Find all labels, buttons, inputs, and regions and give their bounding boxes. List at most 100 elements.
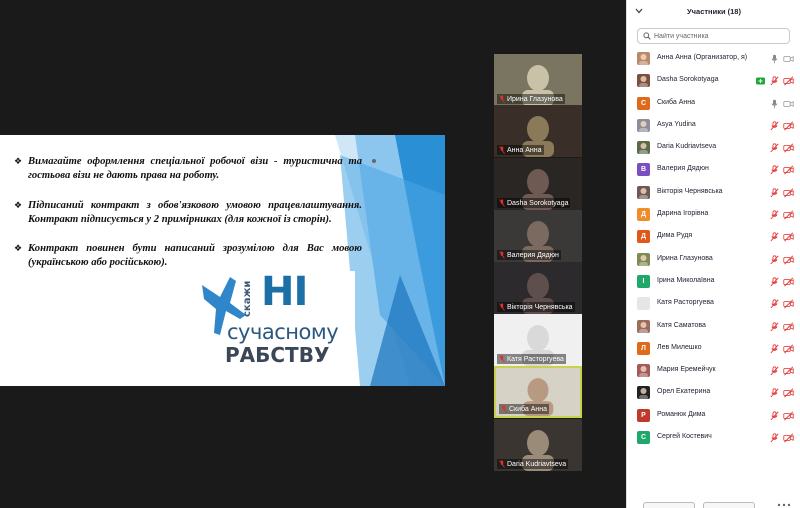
participant-row[interactable]: Dasha Sorokotyaga: [627, 70, 800, 92]
participant-row[interactable]: С Скиба Анна: [627, 93, 800, 115]
video-tile-name: Катя Расторгуева: [507, 355, 564, 363]
mic-muted-icon[interactable]: [769, 299, 780, 309]
participant-row[interactable]: Asya Yudina: [627, 115, 800, 137]
video-tile-name: Daria Kudriavtseva: [507, 460, 567, 468]
mic-muted-icon[interactable]: [769, 232, 780, 242]
logo-no-text: НІ: [261, 269, 308, 315]
video-off-icon[interactable]: [783, 210, 794, 220]
participant-name: Анна Анна (Организатор, я): [657, 54, 748, 61]
video-off-icon[interactable]: [783, 76, 794, 86]
bullet-text: Вимагайте оформлення спеціальної робочої…: [28, 156, 362, 181]
video-off-icon[interactable]: [783, 232, 794, 242]
video-off-icon[interactable]: [783, 277, 794, 287]
mic-muted-icon[interactable]: [769, 344, 780, 354]
video-tile[interactable]: Валерия Дядюн: [494, 210, 582, 262]
mic-muted-icon[interactable]: [769, 433, 780, 443]
video-icon[interactable]: [783, 54, 794, 64]
avatar: Д: [637, 208, 650, 222]
video-tile[interactable]: Скиба Анна: [494, 366, 582, 418]
mic-muted-icon[interactable]: [769, 277, 780, 287]
invite-button[interactable]: [643, 502, 695, 508]
participant-row[interactable]: Л Лев Милешко: [627, 338, 800, 360]
avatar: І: [637, 274, 650, 288]
video-off-icon[interactable]: [783, 143, 794, 153]
video-tile-name: Dasha Sorokotyaga: [507, 199, 569, 207]
panel-title: Участники (18): [687, 7, 741, 16]
mic-muted-icon[interactable]: [769, 411, 780, 421]
participant-name: Asya Yudina: [657, 120, 696, 128]
chat-icon[interactable]: [755, 76, 766, 86]
video-off-icon[interactable]: [783, 344, 794, 354]
video-off-icon[interactable]: [783, 366, 794, 376]
video-tile-label: Валерия Дядюн: [497, 250, 561, 260]
zoom-meeting-window: ❖ Вимагайте оформлення спеціальної робоч…: [0, 0, 800, 508]
mic-muted-icon: [499, 146, 505, 154]
participant-row[interactable]: В Валерия Дядюн: [627, 159, 800, 181]
video-off-icon[interactable]: [783, 433, 794, 443]
logo-line3-text: РАБСТВУ: [225, 343, 330, 367]
video-off-icon[interactable]: [783, 388, 794, 398]
mute-all-button[interactable]: [703, 502, 755, 508]
video-tile-label: Катя Расторгуева: [497, 354, 566, 364]
avatar: [637, 141, 650, 155]
mic-muted-icon[interactable]: [769, 255, 780, 265]
video-off-icon[interactable]: [783, 299, 794, 309]
participant-row[interactable]: Катя Расторгуева: [627, 293, 800, 315]
mic-muted-icon[interactable]: [769, 388, 780, 398]
participants-panel: Участники (18) Анна Анна (Организатор, я…: [626, 0, 800, 508]
mic-muted-icon[interactable]: [769, 188, 780, 198]
participant-row[interactable]: Вікторія Чернявська: [627, 182, 800, 204]
video-tile[interactable]: Анна Анна: [494, 105, 582, 157]
mouse-pointer: [372, 159, 376, 163]
logo-line2-text: сучасному: [227, 320, 339, 344]
video-tile[interactable]: Dasha Sorokotyaga: [494, 158, 582, 210]
avatar: В: [637, 163, 650, 177]
video-tile[interactable]: Катя Расторгуева: [494, 314, 582, 366]
avatar: [637, 386, 650, 400]
video-tile-name: Вікторія Чернявська: [507, 303, 573, 311]
video-off-icon[interactable]: [783, 165, 794, 176]
video-tile[interactable]: Вікторія Чернявська: [494, 262, 582, 314]
video-off-icon[interactable]: [783, 411, 794, 421]
video-tile-label: Daria Kudriavtseva: [497, 459, 569, 469]
video-off-icon[interactable]: [783, 255, 794, 265]
video-tile[interactable]: Daria Kudriavtseva: [494, 419, 582, 471]
avatar: [637, 297, 650, 311]
participant-search[interactable]: [637, 28, 790, 44]
video-off-icon[interactable]: [783, 121, 794, 131]
participant-name: Катя Саматова: [657, 321, 706, 329]
presentation-slide: ❖ Вимагайте оформлення спеціальної робоч…: [0, 135, 445, 386]
mic-muted-icon[interactable]: [769, 210, 780, 220]
mic-muted-icon[interactable]: [769, 165, 780, 175]
search-input[interactable]: [654, 30, 784, 42]
participant-row[interactable]: Д Дима Рудя: [627, 226, 800, 248]
participant-row[interactable]: Daria Kudriavtseva: [627, 137, 800, 159]
mic-muted-icon[interactable]: [769, 76, 780, 86]
participant-name: Ірина Миколаївна: [657, 276, 715, 284]
participant-row[interactable]: С Сергей Костевич: [627, 427, 800, 449]
mic-icon[interactable]: [769, 54, 780, 64]
participant-row[interactable]: Мария Еремейчук: [627, 360, 800, 382]
participant-row[interactable]: Д Дарина Ігорівна: [627, 204, 800, 226]
mic-muted-icon[interactable]: [769, 143, 780, 153]
participant-row[interactable]: І Ірина Миколаївна: [627, 271, 800, 293]
mic-muted-icon[interactable]: [769, 121, 780, 131]
mic-icon[interactable]: [769, 99, 780, 109]
participant-name: Валерия Дядюн: [657, 165, 709, 173]
participant-row[interactable]: Катя Саматова: [627, 316, 800, 338]
more-options-icon[interactable]: [777, 502, 791, 508]
slide-bullet-3: ❖ Контракт повинен бути написаний зрозум…: [14, 242, 362, 270]
mic-muted-icon[interactable]: [769, 321, 780, 332]
video-off-icon[interactable]: [783, 322, 794, 332]
mic-muted-icon: [499, 303, 505, 311]
participant-row[interactable]: Ирина Глазунова: [627, 249, 800, 271]
avatar: Р: [637, 408, 650, 422]
participant-row[interactable]: Р Романюк Дима: [627, 405, 800, 427]
video-thumbnail-strip[interactable]: Ирина Глазунова Анна Анна Dasha Sorokotyag…: [494, 54, 582, 471]
video-icon[interactable]: [783, 99, 794, 109]
participant-row[interactable]: Анна Анна (Организатор, я): [627, 48, 800, 70]
video-off-icon[interactable]: [783, 188, 794, 198]
video-tile[interactable]: Ирина Глазунова: [494, 54, 582, 106]
mic-muted-icon[interactable]: [769, 366, 780, 376]
participant-row[interactable]: Орел Екатерина: [627, 382, 800, 404]
